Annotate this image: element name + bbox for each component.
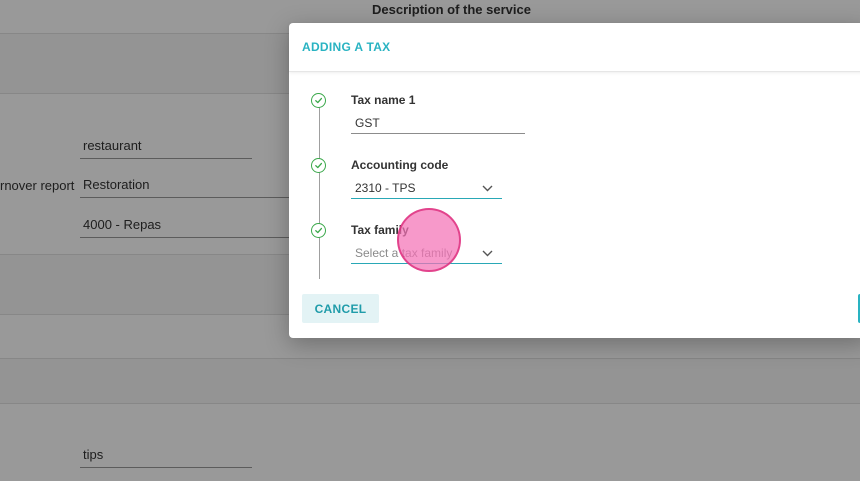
check-circle-icon [311,223,326,238]
add-tax-modal: ADDING A TAX Tax name 1 GST Accounting c… [289,23,860,338]
accounting-code-select[interactable]: 2310 - TPS [351,179,502,199]
modal-title: ADDING A TAX [302,40,391,54]
stepper-line [319,103,320,279]
modal-header: ADDING A TAX [289,23,860,72]
check-circle-icon [311,158,326,173]
accounting-code-label: Accounting code [351,158,449,172]
check-circle-icon [311,93,326,108]
chevron-down-icon [482,250,493,257]
accounting-code-value: 2310 - TPS [355,181,416,195]
chevron-down-icon [482,185,493,192]
tax-name-input[interactable]: GST [351,114,525,134]
click-indicator [397,208,461,272]
tax-name-label: Tax name 1 [351,93,416,107]
cancel-button[interactable]: CANCEL [302,294,379,323]
